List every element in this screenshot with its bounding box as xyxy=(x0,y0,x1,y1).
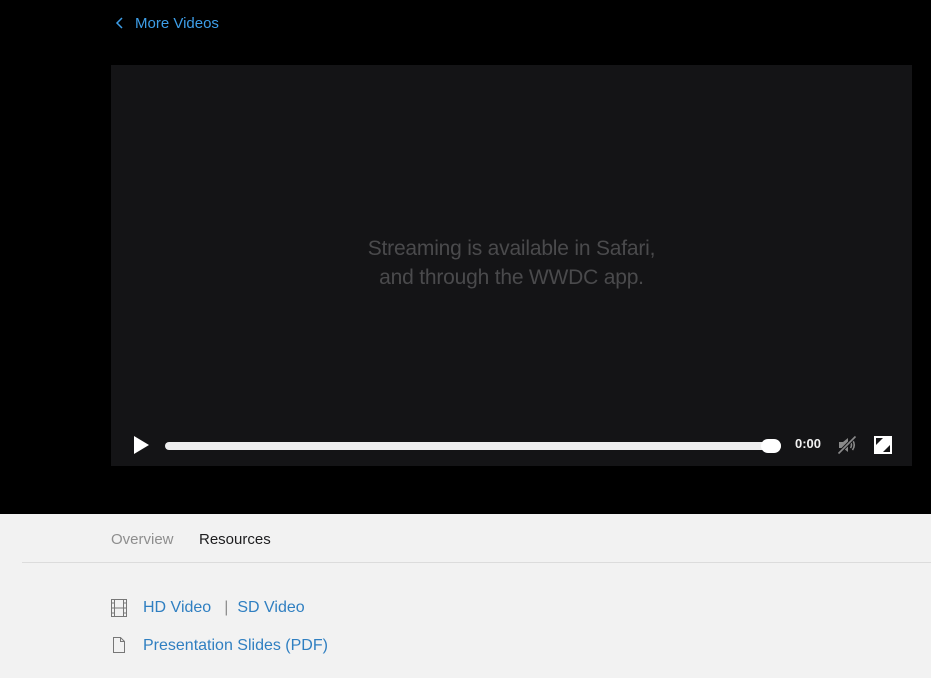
player-controls: 0:00 xyxy=(111,424,912,466)
slides-resource-row: Presentation Slides (PDF) xyxy=(111,635,328,657)
tab-resources[interactable]: Resources xyxy=(199,531,271,548)
volume-muted-icon[interactable] xyxy=(837,435,857,455)
more-videos-link[interactable]: More Videos xyxy=(115,13,219,33)
progress-thumb[interactable] xyxy=(761,439,781,453)
tab-overview[interactable]: Overview xyxy=(111,531,174,548)
more-videos-label: More Videos xyxy=(135,14,219,32)
video-header-area: More Videos Streaming is available in Sa… xyxy=(0,0,931,514)
streaming-message: Streaming is available in Safari, and th… xyxy=(111,234,912,292)
film-icon xyxy=(111,599,127,617)
hd-video-link[interactable]: HD Video xyxy=(143,599,211,617)
link-separator: | xyxy=(224,599,229,616)
streaming-message-line2: and through the WWDC app. xyxy=(379,266,644,289)
presentation-slides-link[interactable]: Presentation Slides (PDF) xyxy=(143,637,328,655)
progress-bar[interactable] xyxy=(165,442,781,450)
fullscreen-icon[interactable] xyxy=(873,435,893,455)
sd-video-link[interactable]: SD Video xyxy=(237,599,304,617)
video-resources-row: HD Video | SD Video xyxy=(111,597,305,619)
play-icon[interactable] xyxy=(131,435,151,455)
document-icon xyxy=(113,637,125,653)
video-player[interactable]: Streaming is available in Safari, and th… xyxy=(111,65,912,466)
time-display: 0:00 xyxy=(795,436,822,451)
chevron-left-icon xyxy=(115,17,123,29)
tab-bar: Overview Resources xyxy=(22,514,931,563)
streaming-message-line1: Streaming is available in Safari, xyxy=(367,237,656,260)
